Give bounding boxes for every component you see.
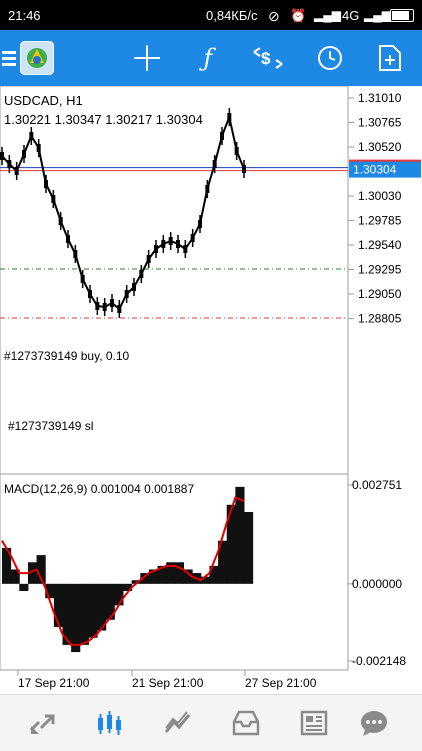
history-icon[interactable]	[216, 695, 276, 751]
indicators-icon[interactable]: ƒ	[188, 30, 228, 86]
macd-signal-line	[1, 496, 245, 646]
chart-ohlc: 1.30221 1.30347 1.30217 1.30304	[4, 112, 203, 127]
candle	[161, 240, 166, 248]
macd-histogram-bar	[79, 583, 89, 645]
price-tick-label: 1.29540	[358, 238, 402, 252]
news-icon[interactable]	[284, 695, 344, 751]
signal-icon: ▂▄▆	[364, 8, 391, 22]
macd-histogram-bar	[71, 583, 81, 653]
macd-tick-label: 0.002751	[352, 478, 402, 492]
candle	[117, 305, 122, 313]
candle	[22, 150, 26, 158]
chart-icon[interactable]	[80, 695, 140, 751]
macd-histogram-bar	[19, 583, 29, 592]
candle	[212, 160, 217, 168]
candle	[168, 237, 173, 245]
macd-histogram-bar	[114, 583, 124, 606]
timeframe-icon[interactable]	[310, 30, 350, 86]
status-time: 21:46	[8, 8, 41, 23]
candle	[146, 255, 151, 263]
macd-histogram-bar	[88, 583, 98, 638]
crosshair-icon[interactable]	[127, 30, 167, 86]
chat-icon[interactable]	[344, 695, 404, 751]
price-tick-label: 1.29295	[358, 263, 402, 277]
price-tick-label: 1.30030	[358, 189, 402, 203]
candle	[73, 250, 78, 258]
candle	[80, 275, 85, 283]
metatrader-logo-icon	[18, 30, 56, 86]
candle	[7, 160, 12, 168]
price-tick-label: 1.30765	[358, 116, 402, 130]
candle	[198, 220, 202, 228]
quotes-icon[interactable]	[12, 695, 72, 751]
battery-icon	[390, 9, 414, 22]
candle	[227, 113, 232, 121]
candle	[190, 234, 195, 242]
candle	[139, 270, 144, 278]
candle	[220, 132, 224, 140]
signal-icon: ▂▄▆	[314, 8, 341, 22]
candle	[183, 245, 188, 253]
status-bar: 21:46 0,84КБ/с ⊘ ⏰ ▂▄▆ 4G ▂▄▆	[0, 0, 422, 30]
candle	[124, 290, 129, 298]
status-speed: 0,84КБ/с	[206, 8, 258, 23]
price-tick-label: 1.28805	[358, 312, 402, 326]
candle	[102, 303, 107, 311]
candle	[14, 167, 19, 175]
chart-area[interactable]: 1.310101.307651.305201.302751.300301.297…	[0, 85, 422, 694]
candle	[110, 299, 114, 307]
candle	[51, 195, 56, 203]
candle	[95, 302, 100, 310]
trade-icon[interactable]	[148, 695, 208, 751]
candle	[205, 185, 210, 193]
order-buy-label[interactable]: #1273739149 buy, 0.10	[4, 349, 130, 363]
price-chart[interactable]: 1.310101.307651.305201.302751.300301.297…	[0, 85, 422, 694]
candle	[154, 245, 158, 253]
candle	[58, 217, 63, 225]
status-network: 4G	[342, 8, 360, 23]
time-tick-label: 17 Sep 21:00	[18, 676, 90, 690]
price-tick-label: 1.31010	[358, 91, 402, 105]
candle	[36, 144, 41, 152]
bottom-navigation	[0, 694, 422, 751]
macd-histogram-bar	[244, 511, 254, 584]
macd-histogram-bar	[53, 583, 63, 627]
candle	[234, 147, 239, 155]
top-toolbar: ƒ $	[0, 30, 422, 86]
candle	[29, 132, 34, 140]
svg-text:$: $	[261, 49, 271, 68]
symbol-icon[interactable]: $	[248, 30, 288, 86]
macd-tick-label: -0.002148	[352, 654, 406, 668]
price-tick-label: 1.29785	[358, 214, 402, 228]
new-order-icon[interactable]	[370, 30, 410, 86]
candle	[242, 165, 246, 173]
order-sl-label[interactable]: #1273739149 sl	[8, 419, 93, 433]
candle	[66, 235, 70, 243]
price-tick-label: 1.29050	[358, 287, 402, 301]
candle	[88, 290, 92, 298]
candle	[176, 240, 180, 248]
menu-icon[interactable]	[0, 30, 18, 86]
candle	[0, 152, 4, 160]
candle	[132, 283, 136, 291]
mute-icon: ⊘	[268, 8, 280, 24]
price-panel-frame	[0, 85, 349, 475]
time-tick-label: 27 Sep 21:00	[245, 676, 317, 690]
macd-tick-label: 0.000000	[352, 577, 402, 591]
price-tick-label: 1.30520	[358, 140, 402, 154]
macd-title: MACD(12,26,9) 0.001004 0.001887	[4, 482, 194, 496]
current-price-label: 1.30304	[353, 163, 397, 177]
candle	[44, 180, 48, 188]
alarm-icon: ⏰	[290, 8, 307, 23]
time-tick-label: 21 Sep 21:00	[132, 676, 204, 690]
chart-symbol-timeframe: USDCAD, H1	[4, 93, 83, 108]
